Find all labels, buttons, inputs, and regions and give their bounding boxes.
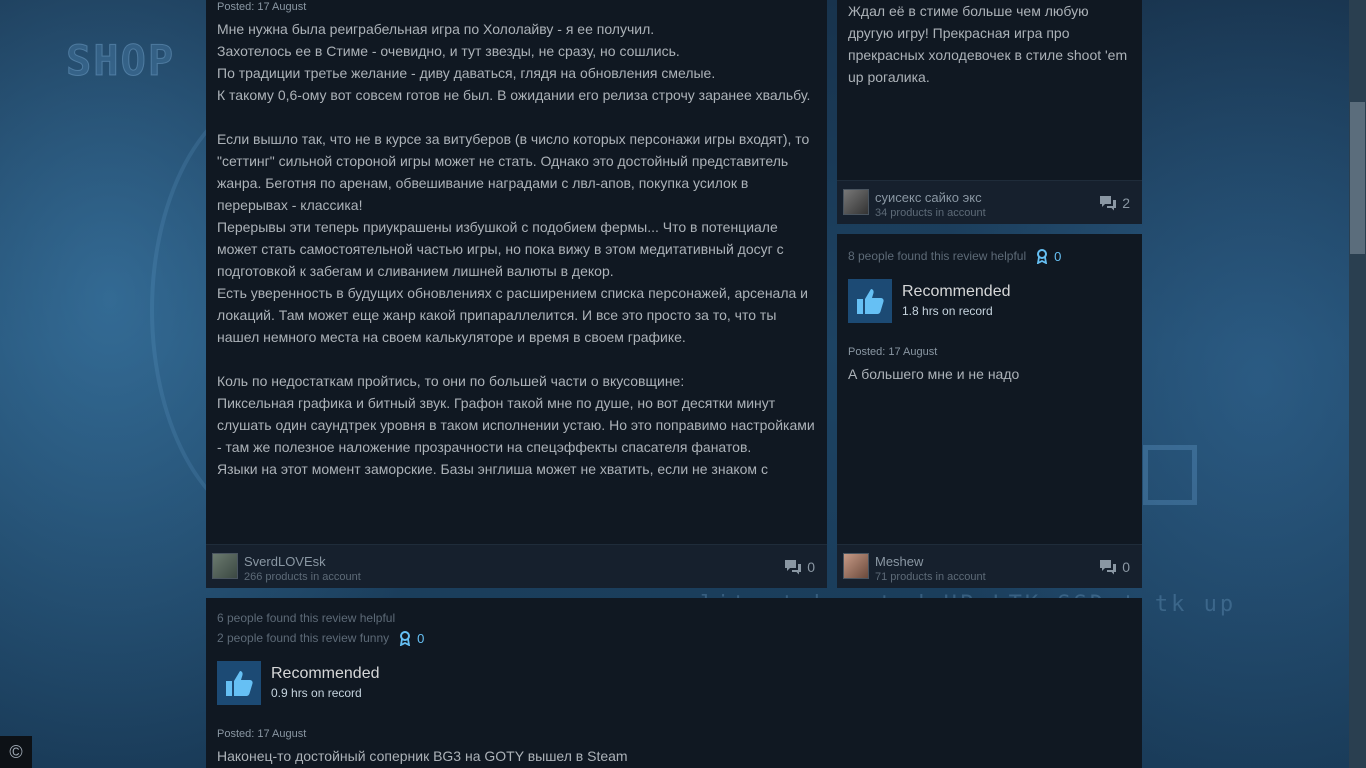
hours-on-record: 0.9 hrs on record (271, 686, 362, 700)
award-ribbon-icon (400, 630, 411, 646)
comments-count: 0 (1122, 559, 1130, 575)
background-art-square (1143, 445, 1197, 505)
author-products-count: 266 products in account (244, 571, 361, 583)
author-name[interactable]: SverdLOVEsk (244, 554, 326, 569)
comments-button[interactable]: 0 (1099, 559, 1130, 575)
award-button[interactable]: 0 (399, 630, 425, 646)
award-button[interactable]: 0 (1036, 248, 1062, 264)
author-avatar[interactable] (212, 553, 238, 579)
comments-button[interactable]: 2 (1099, 195, 1130, 211)
recommendation-block[interactable]: Recommended 1.8 hrs on record (848, 279, 1011, 323)
author-name[interactable]: Meshew (875, 554, 923, 569)
author-avatar[interactable] (843, 553, 869, 579)
award-count: 0 (1054, 248, 1062, 264)
recommendation-label: Recommended (902, 283, 1011, 300)
speech-bubbles-icon (1100, 196, 1117, 211)
author-products-count: 34 products in account (875, 207, 986, 219)
review-body: Мне нужна была реиграбельная игра по Хол… (217, 21, 815, 477)
recommendation-label: Recommended (271, 665, 380, 682)
thumbs-up-icon (848, 279, 892, 323)
review-author-bar: суисекс сайко экс 34 products in account… (837, 180, 1142, 224)
review-body: А большего мне и не надо (848, 366, 1020, 382)
author-products-count: 71 products in account (875, 571, 986, 583)
thumbs-up-icon (217, 661, 261, 705)
review-body: Ждал её в стиме больше чем любую другую … (848, 3, 1128, 85)
hours-on-record: 1.8 hrs on record (902, 304, 993, 318)
review-card-mid-right: 8 people found this review helpful 0 Rec… (837, 234, 1142, 588)
funny-count: 2 people found this review funny (217, 631, 390, 645)
recommendation-block[interactable]: Recommended 0.9 hrs on record (217, 661, 380, 705)
speech-bubbles-icon (1100, 560, 1117, 575)
review-fade (206, 484, 827, 544)
copyright-icon[interactable]: © (0, 736, 32, 768)
helpful-count: 8 people found this review helpful (848, 249, 1027, 263)
scrollbar-thumb[interactable] (1350, 102, 1365, 254)
posted-date: Posted: 17 August (217, 1, 307, 13)
review-card-top-right: Ждал её в стиме больше чем любую другую … (837, 0, 1142, 224)
comments-count: 0 (807, 559, 815, 575)
review-card-bottom: 6 people found this review helpful 2 peo… (206, 598, 1142, 768)
review-author-bar: Meshew 71 products in account 0 (837, 544, 1142, 588)
review-body: Наконец-то достойный соперник BG3 на GOT… (217, 748, 628, 764)
award-ribbon-icon (1037, 248, 1048, 264)
posted-date: Posted: 17 August (217, 728, 307, 740)
background-shop-sign: SHOP (65, 36, 176, 86)
comments-button[interactable]: 0 (784, 559, 815, 575)
comments-count: 2 (1122, 195, 1130, 211)
posted-date: Posted: 17 August (848, 346, 938, 358)
award-count: 0 (417, 630, 425, 646)
author-name[interactable]: суисекс сайко экс (875, 190, 982, 205)
review-card-left: Posted: 17 August Мне нужна была реиграб… (206, 0, 827, 588)
speech-bubbles-icon (785, 560, 802, 575)
author-avatar[interactable] (843, 189, 869, 215)
review-author-bar: SverdLOVEsk 266 products in account 0 (206, 544, 827, 588)
helpful-count: 6 people found this review helpful (217, 611, 396, 625)
